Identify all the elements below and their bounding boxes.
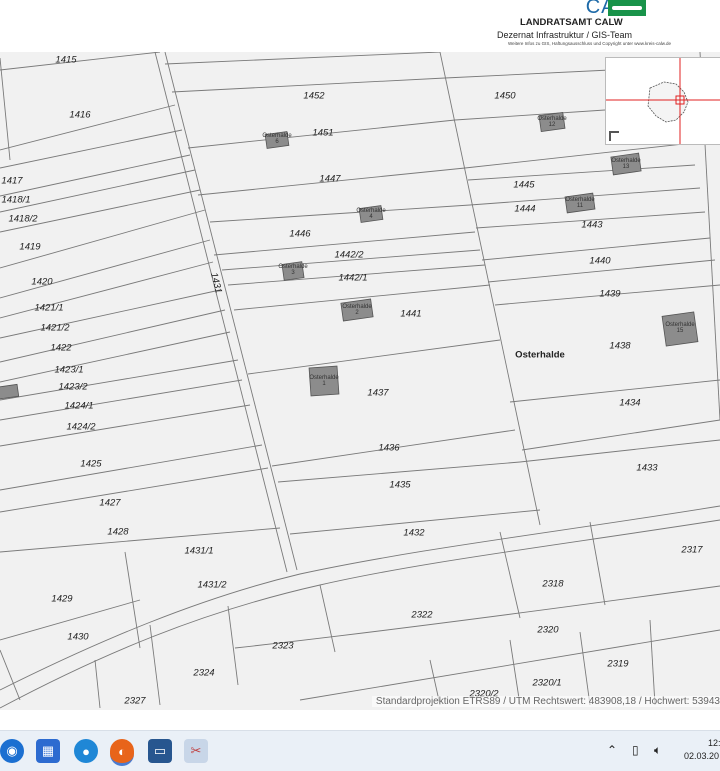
parcel-label: 2320/1 (532, 677, 562, 689)
edge-browser-icon[interactable]: ● (74, 739, 98, 763)
building-label: Osterhalde 11 (565, 197, 594, 209)
file-explorer-icon[interactable]: ▦ (36, 739, 60, 763)
cadastral-map[interactable]: 1415 1416 1417 1418/1 1418/2 1419 1420 1421/1 14… (0, 52, 720, 710)
parcel-label: 1443 (581, 219, 603, 231)
clock-date: 02.03.20 (684, 751, 720, 761)
parcel-boundaries (0, 52, 720, 709)
chevron-up-icon[interactable]: ⌃ (607, 743, 617, 757)
parcel-label: 1438 (609, 340, 631, 352)
header-banner: CALW LANDRATSAMT CALW Dezernat Infrastru… (0, 0, 720, 52)
building-number: 12 (548, 122, 556, 128)
building-label: Osterhalde 2 (342, 304, 371, 316)
building-number: 11 (576, 203, 584, 209)
street-label: Osterhalde (515, 349, 565, 361)
parcel-label: 1424/1 (64, 400, 94, 412)
parcel-label: 1427 (99, 497, 121, 509)
network-icon[interactable]: ▯ (632, 743, 639, 757)
taskbar-clock[interactable]: 12: 02.03.20 (684, 737, 720, 763)
parcel-label: 1436 (378, 442, 400, 454)
parcel-label: 1425 (80, 458, 102, 470)
building-label: Osterhalde 1 (309, 375, 338, 387)
parcel-label: 1450 (494, 90, 516, 102)
overview-map-icon (606, 58, 720, 144)
building-number: 3 (291, 270, 295, 276)
parcel-label: 1420 (31, 276, 53, 288)
parcel-label: 1432 (403, 527, 425, 539)
parcel-label: 1435 (389, 479, 411, 491)
windows-taskbar: ◉ ▦ ● ◐ ▭ ✂ ⌃ ▯ 🔈︎ 12: 02.03.20 (0, 730, 720, 771)
parcel-label: 1451 (312, 127, 334, 139)
parcel-label: 1437 (367, 387, 389, 399)
disclaimer-text: Weitere Infos zu GIS, Haftungsausschluss… (508, 41, 671, 46)
overview-minimap[interactable] (605, 57, 720, 145)
parcel-label: 1431/2 (197, 579, 227, 591)
parcel-label: 2317 (681, 544, 703, 556)
parcel-label: 1430 (67, 631, 89, 643)
parcel-label: 1428 (107, 526, 129, 538)
parcel-label: 1440 (589, 255, 611, 267)
clock-time: 12: (708, 738, 720, 748)
parcel-label: 1445 (513, 179, 535, 191)
volume-icon[interactable]: 🔈︎ (654, 743, 661, 758)
parcel-label: 1416 (69, 109, 91, 121)
parcel-label: 1452 (303, 90, 325, 102)
building-number: 13 (622, 164, 630, 170)
parcel-label: 1429 (51, 593, 73, 605)
parcel-label: 1446 (289, 228, 311, 240)
parcel-label: 1441 (400, 308, 422, 320)
parcel-label: 1421/2 (40, 322, 70, 334)
parcel-label: 1423/2 (58, 381, 88, 393)
parcel-label: 2327 (124, 695, 146, 707)
building-label: Osterhalde 4 (356, 208, 385, 220)
building-number: 2 (355, 310, 359, 316)
building-label: Osterhalde 15 (665, 322, 694, 334)
firefox-icon[interactable]: ◐ (110, 739, 134, 766)
parcel-label: 1418/1 (1, 194, 31, 206)
parcel-label: 1442/1 (338, 272, 368, 284)
coordinate-readout: Standardprojektion ETRS89 / UTM Rechtswe… (371, 696, 720, 707)
building-number: 15 (676, 328, 684, 334)
app-window-icon[interactable]: ▭ (148, 739, 172, 763)
building-number: 1 (322, 381, 326, 387)
parcel-label: 1424/2 (66, 421, 96, 433)
parcel-label: 2318 (542, 578, 564, 590)
building-label: Osterhalde 3 (278, 264, 307, 276)
building-number: 6 (275, 139, 279, 145)
minimap-toggle-icon[interactable] (609, 131, 619, 141)
parcel-label: 1447 (319, 173, 341, 185)
building-label: Osterhalde 12 (537, 116, 566, 128)
parcel-label: 1422 (50, 342, 72, 354)
windows-start-icon[interactable]: ◉ (0, 739, 24, 763)
landkreis-logo-icon (608, 0, 646, 16)
parcel-label: 1444 (514, 203, 536, 215)
office-title: LANDRATSAMT CALW (520, 17, 623, 28)
parcel-label: 1423/1 (54, 364, 84, 376)
parcel-label: 2322 (411, 609, 433, 621)
parcel-label: 1421/1 (34, 302, 64, 314)
parcel-label: 1415 (55, 54, 77, 66)
department-title: Dezernat Infrastruktur / GIS-Team (497, 30, 633, 40)
parcel-label: 1417 (1, 175, 23, 187)
parcel-label: 1433 (636, 462, 658, 474)
building-label: Osterhalde 6 (262, 133, 291, 145)
parcel-label: 2324 (193, 667, 215, 679)
snipping-tool-icon[interactable]: ✂ (184, 739, 208, 763)
parcel-label: 1418/2 (8, 213, 38, 225)
parcel-label: 2319 (607, 658, 629, 670)
parcel-label: 1439 (599, 288, 621, 300)
parcel-label: 1442/2 (334, 249, 364, 261)
parcel-label: 2323 (272, 640, 294, 652)
building-label: Osterhalde 13 (611, 158, 640, 170)
parcel-label: 1431/1 (184, 545, 214, 557)
parcel-label: 1434 (619, 397, 641, 409)
parcel-label: 2320 (537, 624, 559, 636)
building-number: 4 (369, 214, 373, 220)
parcel-label: 1419 (19, 241, 41, 253)
